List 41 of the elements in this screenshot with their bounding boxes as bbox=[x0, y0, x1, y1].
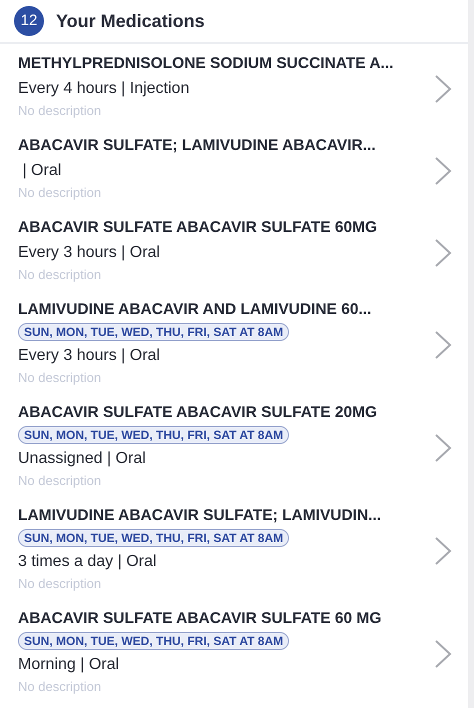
medication-item[interactable]: ABACAVIR SULFATE; LAMIVUDINE ABACAVIR... | Oral No description bbox=[0, 126, 468, 208]
dosage-details: Morning | Oral bbox=[18, 655, 120, 675]
medication-item[interactable]: ABACAVIR SULFATE ABACAVIR SULFATE 60 MG SUN, MON, TUE, WED, THU, FRI, SAT AT 8AM Morning | Oral No description bbox=[0, 599, 468, 702]
description-text: No description bbox=[18, 678, 102, 696]
dosage-details: 3 times a day | Oral bbox=[18, 552, 158, 572]
chevron-right-icon bbox=[434, 74, 452, 104]
description-text: No description bbox=[18, 102, 102, 120]
dosage-details: Every 3 hours | Oral bbox=[18, 346, 161, 366]
dosage-details: Every 4 hours | Injection bbox=[18, 79, 190, 99]
dosage-details: Every 3 hours | Oral bbox=[18, 243, 161, 263]
medication-name: METHYLPREDNISOLONE SODIUM SUCCINATE A... bbox=[18, 54, 394, 74]
medication-name: ABACAVIR SULFATE ABACAVIR SULFATE 60 MG bbox=[18, 609, 382, 629]
description-text: No description bbox=[18, 575, 102, 593]
schedule-tag: SUN, MON, TUE, WED, THU, FRI, SAT AT 8AM bbox=[18, 529, 290, 547]
medication-name: ABACAVIR SULFATE ABACAVIR SULFATE 60MG bbox=[18, 218, 378, 238]
description-text: No description bbox=[18, 184, 102, 202]
medication-name: LAMIVUDINE ABACAVIR SULFATE; LAMIVUDIN... bbox=[18, 506, 382, 526]
medication-name: LAMIVUDINE ABACAVIR AND LAMIVUDINE 60... bbox=[18, 300, 372, 320]
chevron-right-icon bbox=[434, 156, 452, 186]
chevron-right-icon bbox=[434, 536, 452, 566]
medication-item[interactable]: ABACAVIR SULFATE ABACAVIR SULFATE 60MG Every 3 hours | Oral No description bbox=[0, 208, 468, 290]
medication-item[interactable]: LAMIVUDINE ABACAVIR SULFATE; LAMIVUDIN... SUN, MON, TUE, WED, THU, FRI, SAT AT 8AM 3 times a day | Oral No description bbox=[0, 496, 468, 599]
schedule-tag: SUN, MON, TUE, WED, THU, FRI, SAT AT 8AM bbox=[18, 426, 290, 444]
chevron-right-icon bbox=[434, 238, 452, 268]
schedule-tag: SUN, MON, TUE, WED, THU, FRI, SAT AT 8AM bbox=[18, 632, 290, 650]
description-text: No description bbox=[18, 266, 102, 284]
chevron-right-icon bbox=[434, 330, 452, 360]
dosage-details: Unassigned | Oral bbox=[18, 449, 147, 469]
medication-item[interactable]: METHYLPREDNISOLONE SODIUM SUCCINATE A... Every 4 hours | Injection No description bbox=[0, 44, 468, 126]
schedule-tag: SUN, MON, TUE, WED, THU, FRI, SAT AT 8AM bbox=[18, 323, 290, 341]
chevron-right-icon bbox=[434, 433, 452, 463]
medication-item[interactable]: LAMIVUDINE ABACAVIR AND LAMIVUDINE 60... SUN, MON, TUE, WED, THU, FRI, SAT AT 8AM Every 3 hours | Oral No description bbox=[0, 290, 468, 393]
description-text: No description bbox=[18, 369, 102, 387]
chevron-right-icon bbox=[434, 639, 452, 669]
count-badge: 12 bbox=[14, 6, 44, 36]
medication-item[interactable]: ABACAVIR SULFATE ABACAVIR SULFATE 20MG SUN, MON, TUE, WED, THU, FRI, SAT AT 8AM Unassigned | Oral No description bbox=[0, 393, 468, 496]
section-title: Your Medications bbox=[56, 10, 205, 32]
dosage-details: | Oral bbox=[21, 161, 62, 181]
medication-name: ABACAVIR SULFATE; LAMIVUDINE ABACAVIR... bbox=[18, 136, 377, 156]
description-text: No description bbox=[18, 472, 102, 490]
medication-name: ABACAVIR SULFATE ABACAVIR SULFATE 20MG bbox=[18, 403, 378, 423]
